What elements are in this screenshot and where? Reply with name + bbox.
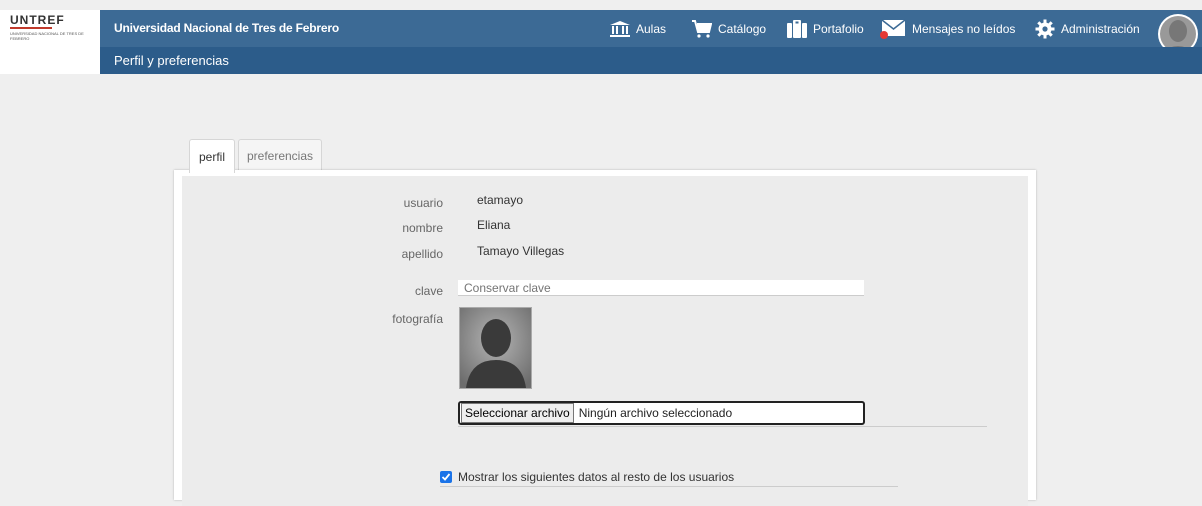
apellido-value: Tamayo Villegas [477, 244, 565, 258]
nav-catalogo-label: Catálogo [718, 21, 767, 36]
show-data-checkbox[interactable] [440, 471, 452, 483]
nav-portafolio-label: Portafolio [813, 21, 864, 36]
gear-icon [1035, 19, 1055, 38]
clave-input[interactable] [458, 280, 864, 296]
default-user-silhouette-icon [460, 308, 531, 388]
divider [458, 426, 987, 427]
tab-preferencias[interactable]: preferencias [238, 139, 322, 172]
nav-administracion[interactable]: Administración [1035, 10, 1140, 47]
nav-aulas[interactable]: Aulas [610, 10, 666, 47]
checkmark-icon [441, 473, 451, 481]
top-header: Universidad Nacional de Tres de Febrero … [100, 10, 1202, 54]
divider-bottom [440, 486, 898, 487]
show-data-row: Mostrar los siguientes datos al resto de… [440, 470, 734, 484]
sub-header: Perfil y preferencias [100, 47, 1202, 74]
site-title[interactable]: Universidad Nacional de Tres de Febrero [114, 21, 339, 35]
usuario-label: usuario [403, 196, 443, 210]
logo-subtext: Universidad Nacional de Tres de Febrero [10, 31, 84, 41]
page-title: Perfil y preferencias [114, 53, 229, 68]
nav-mensajes-label: Mensajes no leídos [912, 21, 1016, 36]
briefcase-icon [787, 19, 807, 38]
show-data-label: Mostrar los siguientes datos al resto de… [458, 470, 735, 484]
nav-portafolio[interactable]: Portafolio [787, 10, 864, 47]
logo-underline [10, 27, 52, 29]
profile-card [174, 170, 1036, 506]
fotografia-label: fotografía [392, 312, 443, 326]
tab-perfil[interactable]: perfil [189, 139, 235, 173]
nav-catalogo[interactable]: Catálogo [692, 10, 766, 47]
institution-icon [610, 20, 630, 37]
usuario-value: etamayo [477, 193, 524, 207]
apellido-label: apellido [401, 247, 443, 261]
file-status-text: Ningún archivo seleccionado [578, 406, 733, 420]
nav-administracion-label: Administración [1061, 21, 1140, 36]
cart-icon [692, 19, 712, 38]
logo-text: UNTREF [10, 13, 65, 27]
nav-mensajes[interactable]: Mensajes no leídos [878, 10, 1015, 47]
nombre-label: nombre [402, 221, 443, 235]
clave-label: clave [414, 284, 443, 298]
nombre-value: Eliana [477, 218, 511, 232]
envelope-icon [880, 18, 906, 39]
untref-logo[interactable]: UNTREF Universidad Nacional de Tres de F… [0, 10, 100, 74]
nav-aulas-label: Aulas [636, 21, 667, 36]
file-upload-field[interactable]: Seleccionar archivo Ningún archivo selec… [458, 401, 865, 425]
profile-photo [459, 307, 532, 389]
select-file-button[interactable]: Seleccionar archivo [461, 403, 574, 423]
